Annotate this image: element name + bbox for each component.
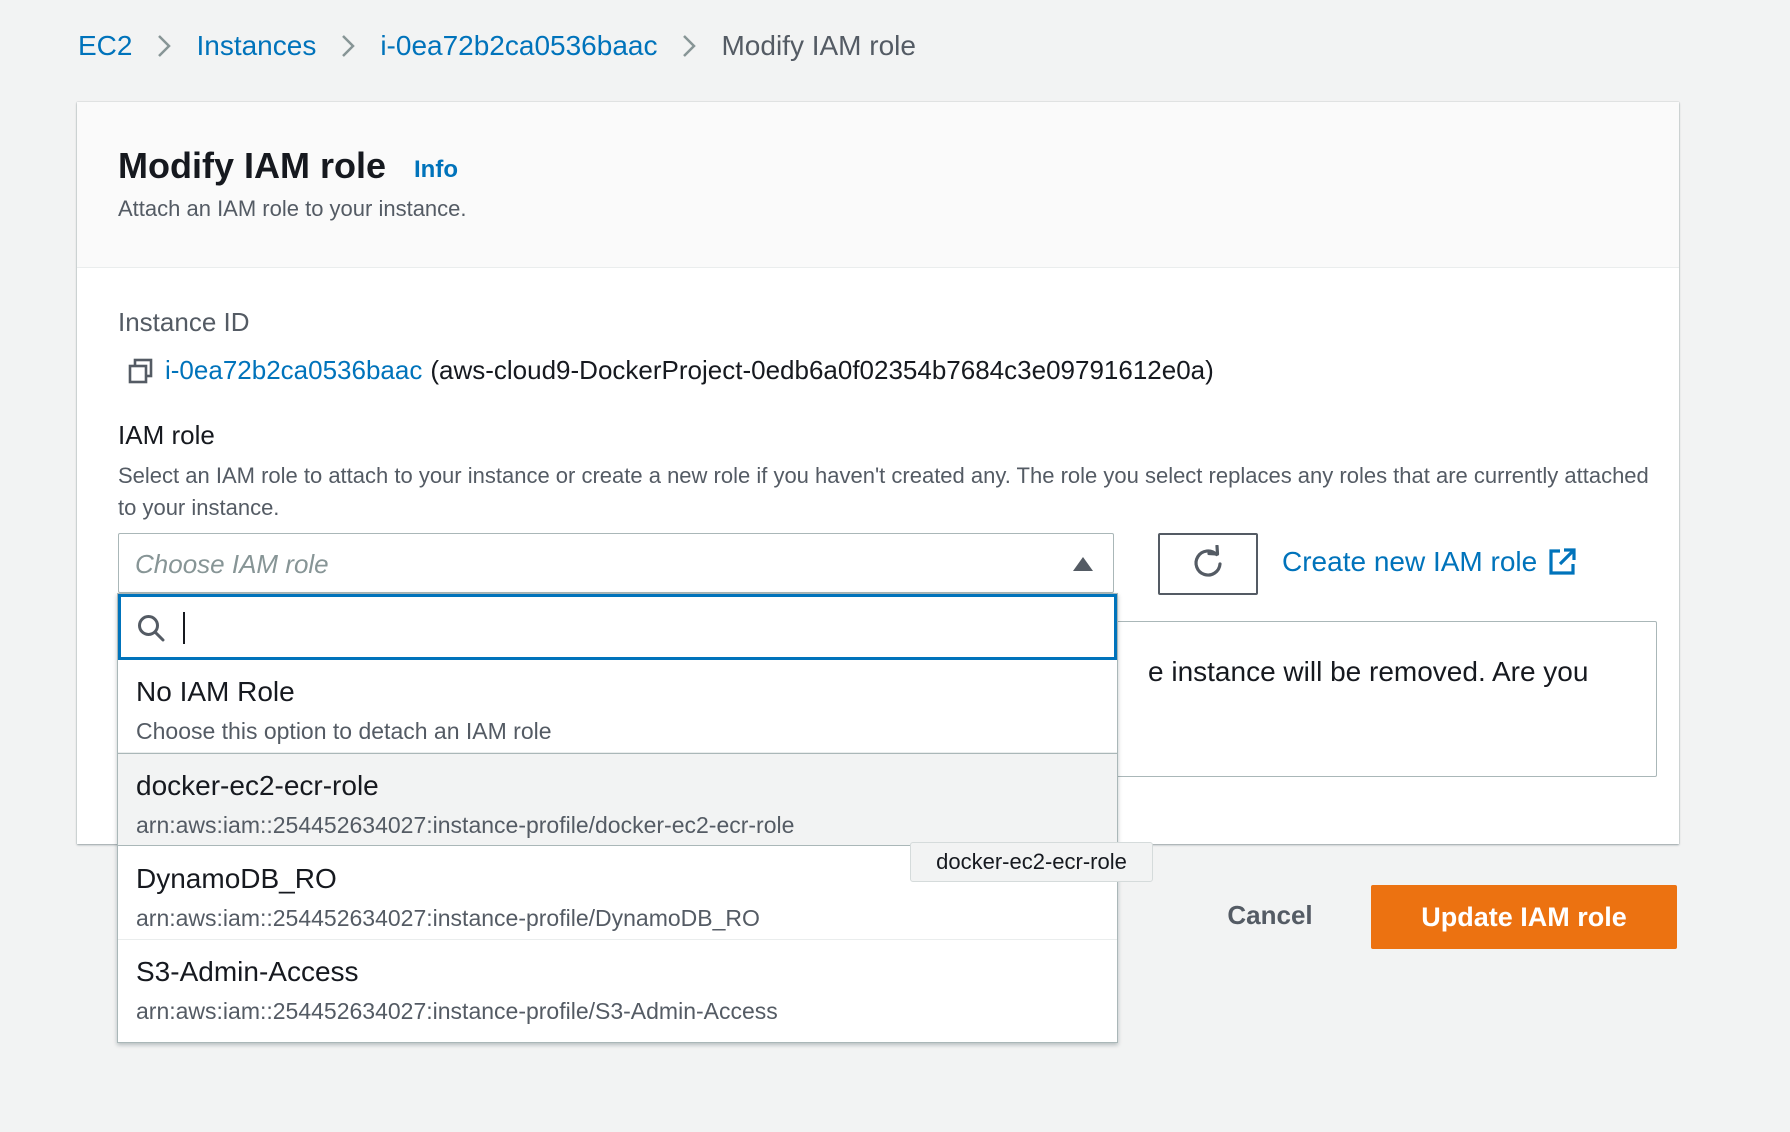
option-no-iam-role[interactable]: No IAM Role Choose this option to detach…: [118, 660, 1117, 753]
page-description: Attach an IAM role to your instance.: [118, 196, 467, 221]
refresh-button[interactable]: [1158, 533, 1258, 595]
option-description: arn:aws:iam::254452634027:instance-profi…: [136, 905, 760, 931]
iam-role-description: Select an IAM role to attach to your ins…: [118, 463, 1649, 520]
caret-up-icon: [1073, 557, 1093, 571]
breadcrumb-instances-link[interactable]: Instances: [196, 30, 316, 62]
breadcrumb-ec2-link[interactable]: EC2: [78, 30, 132, 62]
create-iam-role-link[interactable]: Create new IAM role: [1282, 546, 1577, 578]
iam-role-dropdown: No IAM Role Choose this option to detach…: [117, 593, 1118, 1043]
iam-role-label: IAM role: [118, 420, 215, 450]
option-tooltip: docker-ec2-ecr-role: [910, 842, 1153, 882]
warning-text: e instance will be removed. Are you: [1148, 656, 1589, 687]
option-description: Choose this option to detach an IAM role: [136, 718, 552, 744]
option-docker-ec2-ecr-role[interactable]: docker-ec2-ecr-role arn:aws:iam::2544526…: [118, 753, 1117, 846]
cancel-button[interactable]: Cancel: [1220, 887, 1320, 943]
option-s3-admin-access[interactable]: S3-Admin-Access arn:aws:iam::25445263402…: [118, 940, 1117, 1033]
copy-icon[interactable]: [127, 357, 155, 385]
option-label: DynamoDB_RO: [136, 863, 337, 894]
external-link-icon: [1547, 547, 1577, 577]
option-label: S3-Admin-Access: [136, 956, 359, 987]
text-cursor: [183, 612, 185, 644]
option-label: docker-ec2-ecr-role: [136, 770, 379, 801]
instance-id-label: Instance ID: [118, 307, 250, 337]
select-placeholder: Choose IAM role: [135, 549, 329, 579]
iam-role-select[interactable]: Choose IAM role: [118, 533, 1114, 593]
chevron-right-icon: [679, 32, 699, 60]
instance-id-value: i-0ea72b2ca0536baac (aws-cloud9-DockerPr…: [127, 355, 1214, 386]
create-iam-role-label: Create new IAM role: [1282, 546, 1538, 577]
chevron-right-icon: [154, 32, 174, 60]
instance-name: (aws-cloud9-DockerProject-0edb6a0f02354b…: [430, 355, 1214, 385]
refresh-icon: [1194, 545, 1222, 577]
update-iam-role-button[interactable]: Update IAM role: [1371, 885, 1677, 949]
panel-header: Modify IAM role Info Attach an IAM role …: [77, 102, 1679, 268]
option-description: arn:aws:iam::254452634027:instance-profi…: [136, 998, 778, 1024]
breadcrumb: EC2 Instances i-0ea72b2ca0536baac Modify…: [78, 26, 916, 66]
instance-id-link[interactable]: i-0ea72b2ca0536baac: [165, 355, 422, 386]
breadcrumb-instance-link[interactable]: i-0ea72b2ca0536baac: [380, 30, 657, 62]
breadcrumb-current: Modify IAM role: [721, 30, 916, 61]
info-link[interactable]: Info: [414, 156, 458, 184]
option-description: arn:aws:iam::254452634027:instance-profi…: [136, 812, 795, 838]
role-search-input[interactable]: [118, 594, 1117, 660]
search-icon: [138, 615, 165, 642]
chevron-right-icon: [338, 32, 358, 60]
warning-alert: e instance will be removed. Are you: [1087, 621, 1657, 777]
page-title: Modify IAM role: [118, 145, 386, 186]
option-label: No IAM Role: [136, 676, 295, 707]
